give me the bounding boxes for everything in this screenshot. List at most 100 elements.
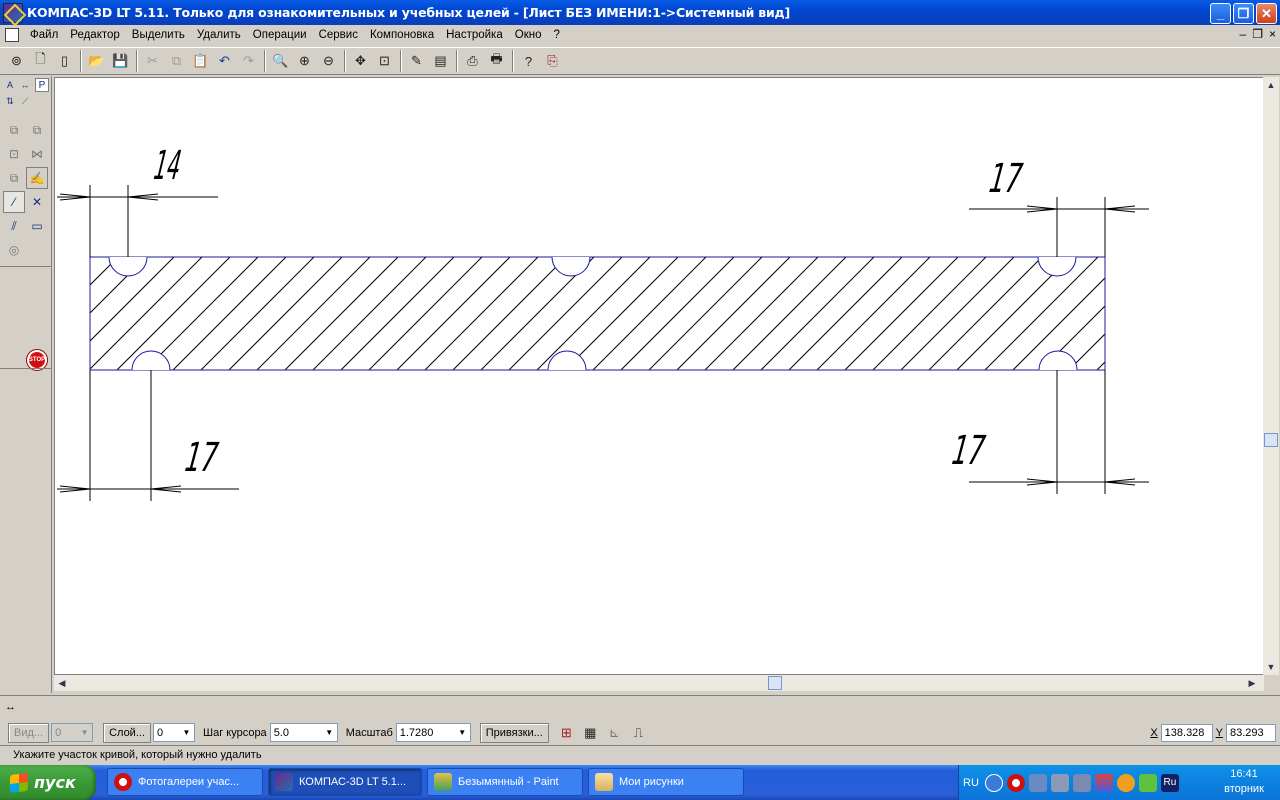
copy-icon[interactable]: ⧉ xyxy=(165,50,188,73)
rotate-icon[interactable]: ⧉ xyxy=(26,119,48,141)
print-preview-icon[interactable]: ⎙ xyxy=(461,50,484,73)
ortho-icon[interactable]: ⊾ xyxy=(603,721,626,744)
mirror-icon[interactable]: ⋈ xyxy=(26,143,48,165)
copy-objects-icon[interactable]: ⧉ xyxy=(3,167,25,189)
layer-select[interactable]: 0 ▼ xyxy=(153,723,195,742)
stop-icon[interactable]: STOP xyxy=(26,349,48,371)
snaps-button[interactable]: Привязки... xyxy=(479,722,549,743)
edit-tool-icon[interactable]: ⇅ xyxy=(3,94,17,108)
grid-icon[interactable]: ▦ xyxy=(579,721,602,744)
mdi-minimize-button[interactable]: ‒ xyxy=(1240,27,1247,41)
top-hole-right[interactable] xyxy=(1037,256,1077,277)
y-coord-field[interactable]: 83.293 xyxy=(1226,723,1276,742)
context-help-icon[interactable]: ? xyxy=(517,50,540,73)
clean-icon[interactable]: ◎ xyxy=(3,239,25,261)
scroll-down-icon[interactable]: ▼ xyxy=(1263,659,1279,675)
zoom-in-icon[interactable]: ⊕ xyxy=(293,50,316,73)
round-icon[interactable]: ⎍ xyxy=(627,721,650,744)
deform-icon[interactable]: ✍ xyxy=(26,167,48,189)
mdi-restore-button[interactable]: ❐ xyxy=(1252,27,1263,41)
dimension-label-bottom-right[interactable]: 17 xyxy=(949,428,988,474)
kompas-app-icon[interactable] xyxy=(3,2,23,23)
break-icon[interactable]: ▭ xyxy=(26,215,48,237)
mdi-close-button[interactable]: × xyxy=(1269,27,1276,41)
scroll-up-icon[interactable]: ▲ xyxy=(1263,77,1279,93)
app-tray-icon[interactable] xyxy=(1116,773,1135,792)
language-indicator[interactable]: RU xyxy=(963,777,979,789)
layers-icon[interactable]: ▤ xyxy=(429,50,452,73)
panel-expand-icon[interactable]: ↔ xyxy=(5,701,16,713)
layer-button[interactable]: Слой... xyxy=(103,722,151,743)
paste-icon[interactable]: 📋 xyxy=(189,50,212,73)
scale-icon[interactable]: ⊡ xyxy=(3,143,25,165)
tab-p[interactable]: Р xyxy=(35,78,49,92)
dimension-label-bottom-left[interactable]: 17 xyxy=(182,435,221,481)
plate-outline[interactable] xyxy=(89,256,1106,371)
start-button[interactable]: пуск xyxy=(0,765,96,800)
dimension-label-top-left[interactable]: 14 xyxy=(151,143,183,189)
open-folder-icon[interactable]: 📂 xyxy=(85,50,108,73)
task-my-pictures[interactable]: Мои рисунки xyxy=(588,768,744,796)
x-coord-field[interactable]: 138.328 xyxy=(1160,723,1213,742)
restore-button[interactable]: ❐ xyxy=(1233,3,1254,24)
scale-select[interactable]: 1.7280 ▼ xyxy=(395,723,471,742)
view-button[interactable]: Вид... xyxy=(8,722,50,743)
redo-icon[interactable]: ↷ xyxy=(237,50,260,73)
menu-layout[interactable]: Компоновка xyxy=(364,29,440,41)
new-sheet-icon[interactable]: 🗋 xyxy=(29,50,52,73)
network-icon[interactable] xyxy=(1028,773,1047,792)
bottom-hole-left[interactable] xyxy=(131,350,171,371)
menu-settings[interactable]: Настройка xyxy=(440,29,509,41)
cut-icon[interactable]: ✂ xyxy=(141,50,164,73)
updown-icon[interactable] xyxy=(1094,773,1113,792)
task-opera[interactable]: Фотогалереи учас... xyxy=(107,768,263,796)
check-icon[interactable] xyxy=(1138,773,1157,792)
dimension-tool-icon[interactable]: ↔ xyxy=(18,78,32,92)
vertical-scrollbar[interactable]: ▲ ▼ xyxy=(1263,77,1279,675)
menu-window[interactable]: Окно xyxy=(509,29,548,41)
scroll-left-icon[interactable]: ◀ xyxy=(54,675,70,691)
trim-two-points-icon[interactable]: ✕ xyxy=(26,191,48,213)
local-snap-icon[interactable]: ⊞ xyxy=(555,721,578,744)
vertical-scroll-thumb[interactable] xyxy=(1264,433,1278,447)
zoom-out-icon[interactable]: ⊖ xyxy=(317,50,340,73)
dimension-label-top-right[interactable]: 17 xyxy=(987,156,1026,202)
undo-icon[interactable]: ↶ xyxy=(213,50,236,73)
print-icon[interactable]: 🖶 xyxy=(485,50,508,73)
minimize-button[interactable]: _ xyxy=(1210,3,1231,24)
param-tool-icon[interactable]: ⟋ xyxy=(18,94,32,108)
menu-operations[interactable]: Операции xyxy=(247,29,313,41)
save-icon[interactable]: 💾 xyxy=(109,50,132,73)
view-select[interactable]: 0 ▼ xyxy=(51,723,94,742)
menu-select[interactable]: Выделить xyxy=(126,29,191,41)
split-curve-icon[interactable]: ⫽ xyxy=(3,215,25,237)
task-kompas[interactable]: КОМПАС-3D LT 5.1... xyxy=(268,768,422,796)
zoom-icon[interactable]: 🔍 xyxy=(269,50,292,73)
move-icon[interactable]: ⧉ xyxy=(3,119,25,141)
menu-editor[interactable]: Редактор xyxy=(64,29,126,41)
pan-icon[interactable]: ✥ xyxy=(349,50,372,73)
title-bar[interactable]: КОМПАС-3D LT 5.11. Только для ознакомите… xyxy=(0,0,1280,25)
menu-file[interactable]: Файл xyxy=(24,29,64,41)
horizontal-scrollbar[interactable]: ◀ ▶ xyxy=(54,675,1264,691)
chevron-left-icon[interactable] xyxy=(984,773,1003,792)
menu-service[interactable]: Сервис xyxy=(313,29,364,41)
top-hole-center[interactable] xyxy=(551,256,591,277)
document-icon[interactable] xyxy=(5,28,19,42)
drawing-canvas[interactable]: 14 17 17 17 xyxy=(54,77,1264,675)
menu-delete[interactable]: Удалить xyxy=(191,29,247,41)
clock[interactable]: 16:41 вторник xyxy=(1214,767,1274,797)
network-error-icon[interactable] xyxy=(1050,773,1069,792)
ru-badge-icon[interactable]: Ru xyxy=(1160,773,1179,792)
new-document-icon[interactable]: ⊚ xyxy=(5,50,28,73)
network-icon-2[interactable] xyxy=(1072,773,1091,792)
zoom-fit-icon[interactable]: ⊡ xyxy=(373,50,396,73)
refresh-icon[interactable]: ✎ xyxy=(405,50,428,73)
cursor-step-select[interactable]: 5.0 ▼ xyxy=(269,723,338,742)
scroll-right-icon[interactable]: ▶ xyxy=(1244,675,1260,691)
menu-help[interactable]: ? xyxy=(547,29,565,41)
opera-tray-icon[interactable] xyxy=(1006,773,1025,792)
bottom-hole-right[interactable] xyxy=(1038,350,1078,371)
task-paint[interactable]: Безымянный - Paint xyxy=(427,768,583,796)
exit-icon[interactable]: ⎘ xyxy=(541,50,564,73)
